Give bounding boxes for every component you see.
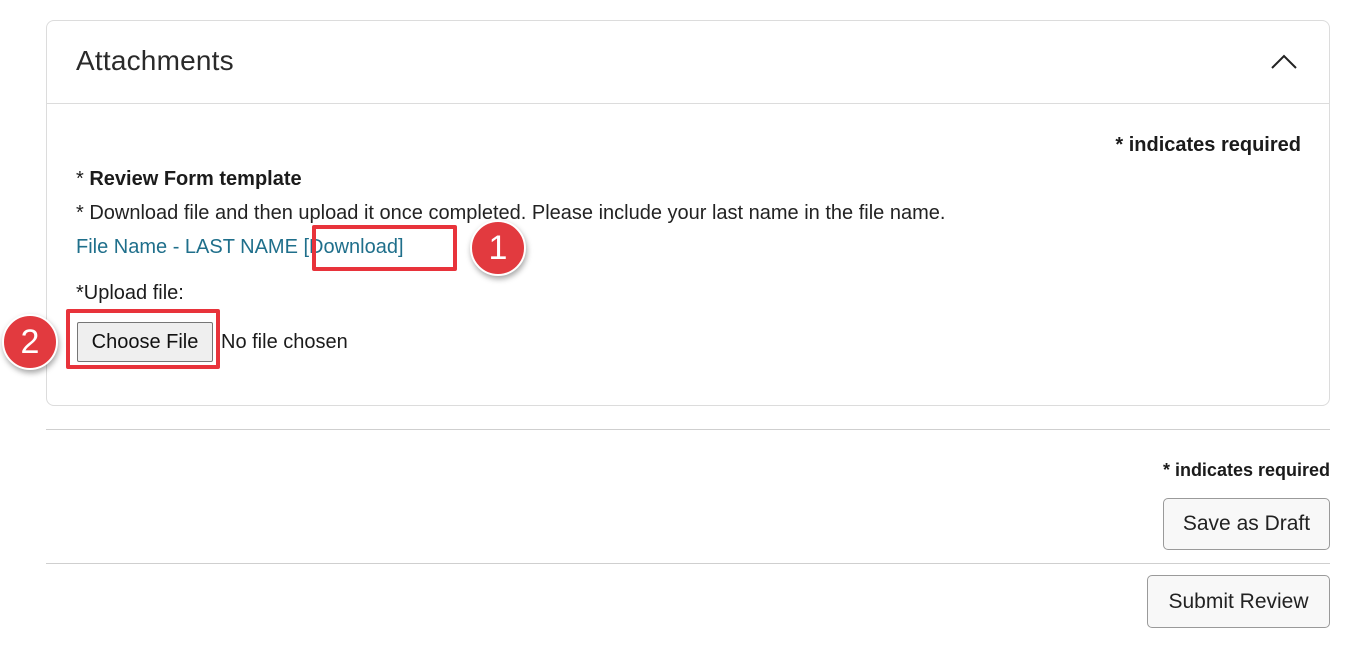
no-file-status: No file chosen [221,331,348,353]
required-note: * indicates required [1115,134,1301,156]
required-asterisk: * [76,168,90,190]
footer-required-note: * indicates required [1162,460,1330,480]
file-name-text: File Name - LAST NAME [76,236,298,258]
divider-bottom [46,563,1330,564]
card-header[interactable]: Attachments [47,21,1329,104]
divider-top [46,429,1330,430]
section-title: Attachments [76,45,234,76]
choose-file-button[interactable]: Choose File [77,322,213,362]
submit-review-button[interactable]: Submit Review [1147,575,1330,628]
field-title: * Review Form template [76,168,302,191]
step-badge-2: 2 [2,314,58,370]
instructions-text: * Download file and then upload it once … [76,202,946,224]
download-link[interactable]: [Download] [303,236,403,258]
chevron-up-icon [1271,54,1297,69]
field-title-text: Review Form template [89,168,302,190]
upload-label: *Upload file: [76,282,184,304]
collapse-button[interactable] [1269,49,1299,73]
attachments-card: Attachments * indicates required * Revie… [46,20,1330,406]
step-badge-1: 1 [470,220,526,276]
save-as-draft-button[interactable]: Save as Draft [1163,498,1330,550]
file-line: File Name - LAST NAME [Download] [76,236,404,259]
